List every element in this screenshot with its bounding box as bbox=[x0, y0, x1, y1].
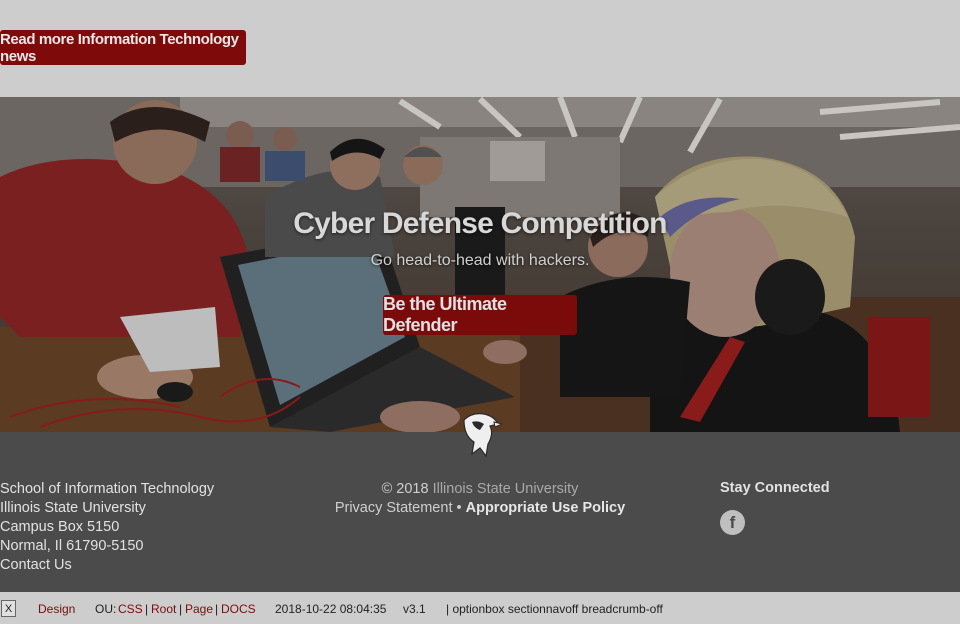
footer-university-name: Illinois State University bbox=[0, 500, 146, 516]
separator-3: | bbox=[215, 602, 219, 616]
options-text: | optionbox sectionnavoff breadcrumb-off bbox=[446, 602, 663, 616]
version: v3.1 bbox=[403, 602, 426, 616]
footer: School of Information Technology Illinoi… bbox=[0, 413, 960, 592]
hero-subtitle: Go head-to-head with hackers. bbox=[370, 252, 590, 269]
hero-title: Cyber Defense Competition bbox=[293, 207, 667, 240]
footer-city: Normal, Il 61790-5150 bbox=[0, 538, 144, 554]
redbird-logo-icon bbox=[463, 413, 502, 458]
css-link[interactable]: CSS bbox=[118, 602, 143, 616]
university-link[interactable]: Illinois State University bbox=[433, 481, 579, 497]
hero-cta-button[interactable]: Be the Ultimate Defender bbox=[383, 294, 577, 335]
root-link[interactable]: Root bbox=[151, 602, 176, 616]
facebook-icon[interactable]: f bbox=[720, 510, 745, 535]
separator-1: | bbox=[145, 602, 149, 616]
footer-address: School of Information Technology Illinoi… bbox=[0, 480, 214, 575]
copyright-text: © 2018 bbox=[381, 481, 429, 497]
ou-label: OU: bbox=[95, 602, 117, 616]
stay-connected-heading: Stay Connected bbox=[720, 480, 830, 496]
privacy-statement-link[interactable]: Privacy Statement bbox=[335, 500, 453, 516]
separator-2: | bbox=[179, 602, 183, 616]
top-band: Read more Information Technology news bbox=[0, 0, 960, 97]
design-link[interactable]: Design bbox=[38, 602, 75, 616]
close-statusbar-button[interactable]: X bbox=[1, 600, 16, 617]
footer-separator: • bbox=[456, 500, 462, 516]
footer-campus-box: Campus Box 5150 bbox=[0, 519, 120, 535]
docs-link[interactable]: DOCS bbox=[221, 602, 256, 616]
timestamp: 2018-10-22 08:04:35 bbox=[275, 602, 387, 616]
appropriate-use-policy-link[interactable]: Appropriate Use Policy bbox=[466, 500, 626, 516]
read-more-news-button[interactable]: Read more Information Technology news bbox=[0, 30, 246, 65]
footer-legal: © 2018 Illinois State University Privacy… bbox=[280, 480, 680, 518]
footer-school-name: School of Information Technology bbox=[0, 481, 215, 497]
hero-banner: Cyber Defense Competition Go head-to-hea… bbox=[0, 97, 960, 432]
contact-us-link[interactable]: Contact Us bbox=[0, 556, 214, 575]
status-bar: X Design OU: CSS | Root | Page | DOCS 20… bbox=[0, 592, 960, 624]
page-link[interactable]: Page bbox=[185, 602, 213, 616]
